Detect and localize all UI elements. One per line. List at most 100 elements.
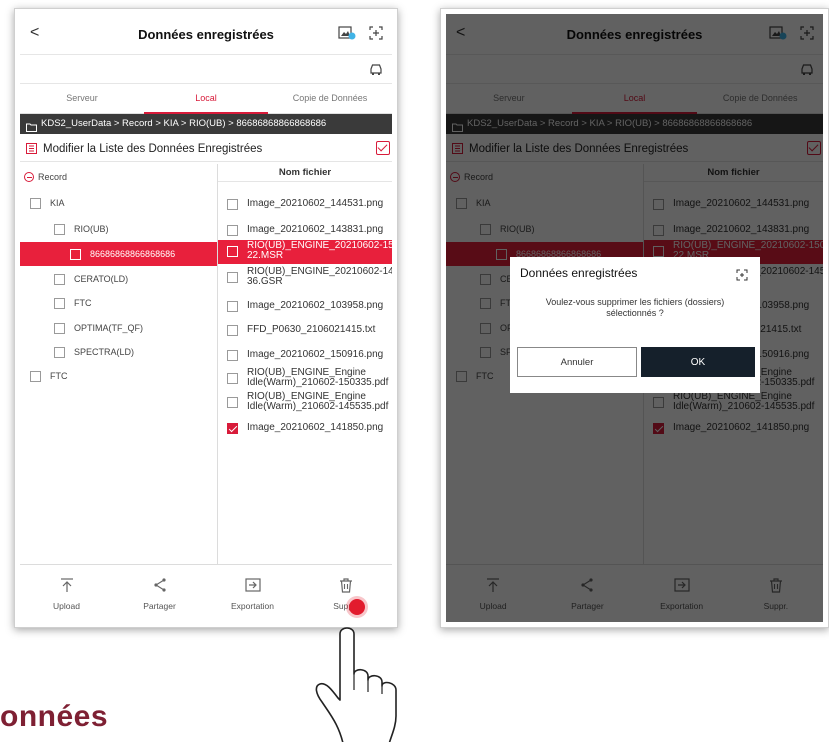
file-list: Nom fichier Image_20210602_144531.png Imag… xyxy=(218,164,392,564)
select-all-checkbox[interactable] xyxy=(376,141,390,155)
file-row[interactable]: FFD_P0630_2106021415.txt xyxy=(218,318,392,342)
dialog-title: Données enregistrées xyxy=(520,266,638,280)
tree-item[interactable]: FTC xyxy=(20,292,217,314)
tree-label: KIA xyxy=(50,198,65,208)
tab-copie[interactable]: Copie de Données xyxy=(268,84,392,114)
tree-checkbox[interactable] xyxy=(70,248,81,260)
file-row[interactable]: Image_20210602_103958.png xyxy=(218,294,392,318)
tree-label: FTC xyxy=(74,298,92,308)
tree-item[interactable]: OPTIMA(TF_QF) xyxy=(20,317,217,339)
file-checkbox[interactable] xyxy=(227,246,238,257)
file-checkbox[interactable] xyxy=(227,349,238,361)
export-button[interactable]: Exportation xyxy=(206,565,299,622)
tree-label: OPTIMA(TF_QF) xyxy=(74,323,143,333)
file-row[interactable]: RIO(UB)_ENGINE_20210602-1453 36.GSR xyxy=(218,266,392,290)
file-checkbox[interactable] xyxy=(227,422,238,434)
file-checkbox[interactable] xyxy=(227,300,238,312)
file-row[interactable]: RIO(UB)_ENGINE_Engine Idle(Warm)_210602-… xyxy=(218,391,392,415)
car-icon[interactable] xyxy=(368,62,384,76)
file-name: Image_20210602_143831.png xyxy=(247,224,384,235)
edit-list-title: Modifier la Liste des Données Enregistré… xyxy=(43,142,263,155)
file-checkbox[interactable] xyxy=(227,397,238,408)
edit-list-header: Modifier la Liste des Données Enregistré… xyxy=(20,136,392,162)
tree-label: RIO(UB) xyxy=(74,224,109,234)
file-row[interactable]: Image_20210602_150916.png xyxy=(218,343,392,367)
file-row[interactable]: RIO(UB)_ENGINE_Engine Idle(Warm)_210602-… xyxy=(218,367,392,391)
export-icon xyxy=(244,577,261,595)
tree-checkbox[interactable] xyxy=(54,273,65,285)
tab-serveur[interactable]: Serveur xyxy=(20,84,144,114)
tree-checkbox[interactable] xyxy=(54,346,65,358)
tree-item[interactable]: KIA xyxy=(20,192,217,214)
back-icon[interactable]: < xyxy=(30,24,39,42)
gallery-icon[interactable] xyxy=(338,25,356,41)
file-name: Image_20210602_144531.png xyxy=(247,198,384,209)
file-checkbox[interactable] xyxy=(227,373,238,384)
capture-icon[interactable] xyxy=(736,268,748,281)
dialog-message: Voulez-vous supprimer les fichiers (doss… xyxy=(545,297,725,318)
tab-local[interactable]: Local xyxy=(144,84,268,114)
file-name: RIO(UB)_ENGINE_20210602-1453 36.GSR xyxy=(247,266,392,287)
file-checkbox[interactable] xyxy=(227,224,238,236)
right-screen: <Données enregistréesServeurLocalCopie d… xyxy=(446,14,823,622)
folder-icon xyxy=(26,120,37,132)
file-name: RIO(UB)_ENGINE_20210602-150 22.MSR xyxy=(247,240,392,261)
tree-item[interactable]: RIO(UB) xyxy=(20,218,217,240)
edit-list-icon xyxy=(26,143,37,154)
file-name: Image_20210602_103958.png xyxy=(247,300,384,311)
file-name: FFD_P0630_2106021415.txt xyxy=(247,324,376,335)
upload-icon xyxy=(59,577,75,595)
toolbar-label: Partager xyxy=(143,600,176,611)
tree-checkbox[interactable] xyxy=(54,297,65,309)
file-list-header: Nom fichier xyxy=(218,164,392,182)
tree-label: 86686868866868686 xyxy=(90,249,176,259)
tree-checkbox[interactable] xyxy=(54,322,65,334)
file-checkbox[interactable] xyxy=(227,272,238,283)
tree-checkbox[interactable] xyxy=(30,370,41,382)
tree-label: CERATO(LD) xyxy=(74,274,129,284)
collapse-icon[interactable] xyxy=(24,172,34,182)
tree-label: FTC xyxy=(50,371,68,381)
tree-item[interactable]: CERATO(LD) xyxy=(20,268,217,290)
toolbar-label: Exportation xyxy=(231,600,274,611)
share-button[interactable]: Partager xyxy=(113,565,206,622)
tree-checkbox[interactable] xyxy=(30,197,41,209)
tree-item[interactable]: 86686868866868686 xyxy=(20,242,217,266)
file-name: Image_20210602_150916.png xyxy=(247,349,384,360)
file-name: Image_20210602_141850.png xyxy=(247,422,384,433)
tree-label: Record xyxy=(38,172,68,182)
caption-text: onnées xyxy=(0,700,109,733)
hand-pointer-icon xyxy=(315,627,397,742)
share-icon xyxy=(152,577,168,595)
folder-tree: Record KIA RIO(UB) 86686868866868686 CERATO(… xyxy=(20,164,218,564)
file-checkbox[interactable] xyxy=(227,198,238,210)
file-row[interactable]: RIO(UB)_ENGINE_20210602-150 22.MSR xyxy=(218,240,392,264)
cancel-button[interactable]: Annuler xyxy=(517,347,637,377)
file-checkbox[interactable] xyxy=(227,324,238,336)
trash-icon xyxy=(338,577,354,595)
file-name: RIO(UB)_ENGINE_Engine Idle(Warm)_210602-… xyxy=(247,391,389,412)
tree-label: SPECTRA(LD) xyxy=(74,347,135,357)
tree-checkbox[interactable] xyxy=(54,223,65,235)
file-row[interactable]: Image_20210602_144531.png xyxy=(218,192,392,216)
confirm-dialog: Données enregistrées Voulez-vous supprime… xyxy=(510,257,760,393)
upload-button[interactable]: Upload xyxy=(20,565,113,622)
file-name: RIO(UB)_ENGINE_Engine Idle(Warm)_210602-… xyxy=(247,367,389,388)
file-row[interactable]: Image_20210602_141850.png xyxy=(218,416,392,440)
tablet-right: <Données enregistréesServeurLocalCopie d… xyxy=(440,8,829,628)
sub-bar xyxy=(20,54,392,84)
tab-bar: ServeurLocalCopie de Données xyxy=(20,84,392,114)
tree-root[interactable]: Record xyxy=(20,166,217,188)
top-bar: < Données enregistrées xyxy=(20,14,392,54)
ok-button[interactable]: OK xyxy=(641,347,755,377)
tablet-left: < Données enregistrées Serveur Local Copie d… xyxy=(14,8,398,628)
modal-overlay[interactable]: Données enregistrées Voulez-vous supprime… xyxy=(446,14,823,622)
tree-item[interactable]: SPECTRA(LD) xyxy=(20,341,217,363)
tree-item[interactable]: FTC xyxy=(20,365,217,387)
capture-icon[interactable] xyxy=(368,25,384,41)
toolbar-label: Upload xyxy=(53,600,80,611)
tap-indicator xyxy=(349,599,365,615)
left-screen: < Données enregistrées Serveur Local Copie d… xyxy=(20,14,392,622)
file-row[interactable]: Image_20210602_143831.png xyxy=(218,218,392,242)
breadcrumb-path: KDS2_UserData > Record > KIA > RIO(UB) >… xyxy=(41,118,327,129)
